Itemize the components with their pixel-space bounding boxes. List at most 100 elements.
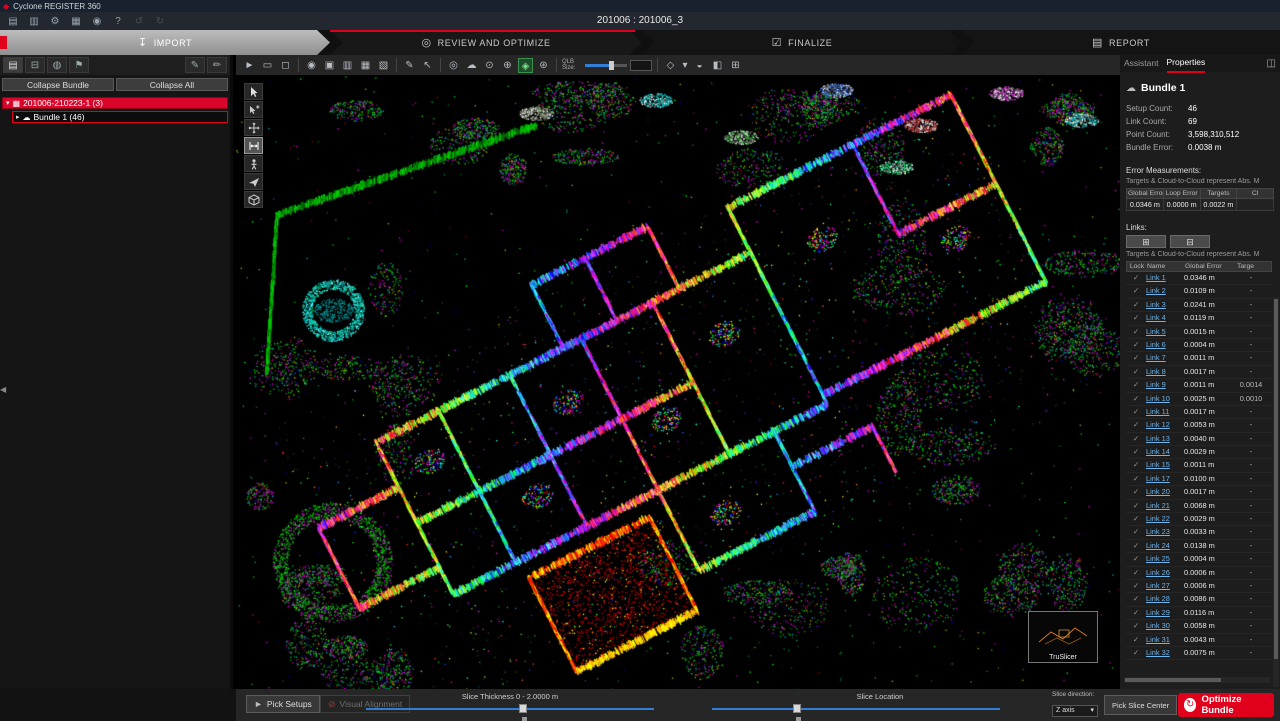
fly-mode-icon[interactable] <box>244 173 263 190</box>
panel-collapse-arrow[interactable]: ◀ <box>0 385 6 394</box>
link-lock-check-icon[interactable]: ✓ <box>1126 406 1146 418</box>
modules-icon[interactable]: ▦ <box>69 16 83 27</box>
link-name[interactable]: Link 24 <box>1146 540 1184 552</box>
link-name[interactable]: Link 20 <box>1146 486 1184 498</box>
link-name[interactable]: Link 17 <box>1146 473 1184 485</box>
link-name[interactable]: Link 25 <box>1146 553 1184 565</box>
tab-properties[interactable]: Properties <box>1167 54 1206 73</box>
link-row[interactable]: ✓ Link 8 0.0017 m - <box>1126 366 1272 379</box>
link-row[interactable]: ✓ Link 20 0.0017 m - <box>1126 486 1272 499</box>
link-row[interactable]: ✓ Link 17 0.0100 m - <box>1126 473 1272 486</box>
visual-registration-icon[interactable]: ◎ <box>446 58 461 73</box>
tab-sites[interactable]: ◍ <box>47 57 67 73</box>
remove-link-button[interactable]: ⊟ <box>1170 235 1210 248</box>
screen-view-icon[interactable]: ▥ <box>340 58 355 73</box>
link-lock-check-icon[interactable]: ✓ <box>1126 473 1146 485</box>
link-name[interactable]: Link 1 <box>1146 272 1184 284</box>
link-row[interactable]: ✓ Link 13 0.0040 m - <box>1126 433 1272 446</box>
workflow-step-finalize[interactable]: ☑ FINALIZE <box>642 30 962 55</box>
link-name[interactable]: Link 32 <box>1146 647 1184 659</box>
ortho-view-icon[interactable]: ◒ <box>692 58 707 73</box>
link-name[interactable]: Link 14 <box>1146 446 1184 458</box>
link-name[interactable]: Link 22 <box>1146 513 1184 525</box>
link-row[interactable]: ✓ Link 4 0.0119 m - <box>1126 312 1272 325</box>
link-row[interactable]: ✓ Link 9 0.0011 m 0.0014 <box>1126 379 1272 392</box>
link-row[interactable]: ✓ Link 5 0.0015 m - <box>1126 326 1272 339</box>
link-row[interactable]: ✓ Link 23 0.0033 m - <box>1126 526 1272 539</box>
link-name[interactable]: Link 7 <box>1146 352 1184 364</box>
redo-icon[interactable]: ↻ <box>153 16 167 27</box>
link-row[interactable]: ✓ Link 2 0.0109 m - <box>1126 285 1272 298</box>
link-lock-check-icon[interactable]: ✓ <box>1126 634 1146 646</box>
link-name[interactable]: Link 10 <box>1146 393 1184 405</box>
link-row[interactable]: ✓ Link 30 0.0058 m - <box>1126 620 1272 633</box>
link-name[interactable]: Link 26 <box>1146 567 1184 579</box>
link-name[interactable]: Link 29 <box>1146 607 1184 619</box>
pano-view-icon[interactable]: ▧ <box>376 58 391 73</box>
link-row[interactable]: ✓ Link 28 0.0086 m - <box>1126 593 1272 606</box>
open-project-icon[interactable]: ▤ <box>6 16 20 27</box>
auto-target-icon[interactable]: ⊛ <box>536 58 551 73</box>
workflow-step-review-and-optimize[interactable]: ◎ REVIEW AND OPTIMIZE <box>330 30 642 55</box>
select-arrow-icon[interactable] <box>244 83 263 100</box>
link-name[interactable]: Link 12 <box>1146 419 1184 431</box>
link-row[interactable]: ✓ Link 32 0.0075 m - <box>1126 647 1272 660</box>
link-lock-check-icon[interactable]: ✓ <box>1126 593 1146 605</box>
slice-location-handle[interactable] <box>793 704 801 713</box>
collapse-bundle-button[interactable]: Collapse Bundle <box>2 78 114 91</box>
link-lock-check-icon[interactable]: ✓ <box>1126 285 1146 297</box>
view-cube-icon[interactable]: ◇ <box>663 58 678 73</box>
info-icon[interactable]: ◉ <box>90 16 104 27</box>
link-name[interactable]: Link 4 <box>1146 312 1184 324</box>
pick-slice-center-button[interactable]: Pick Slice Center <box>1104 695 1177 715</box>
link-lock-check-icon[interactable]: ✓ <box>1126 366 1146 378</box>
split-view-icon[interactable]: ◧ <box>710 58 725 73</box>
link-lock-check-icon[interactable]: ✓ <box>1126 419 1146 431</box>
quad-view-icon[interactable]: ⊞ <box>728 58 743 73</box>
link-name[interactable]: Link 8 <box>1146 366 1184 378</box>
caret-down-icon[interactable]: ▾ <box>6 99 10 107</box>
link-row[interactable]: ✓ Link 22 0.0029 m - <box>1126 513 1272 526</box>
qlb-size-value[interactable] <box>630 60 652 71</box>
undo-icon[interactable]: ↺ <box>132 16 146 27</box>
link-row[interactable]: ✓ Link 26 0.0006 m - <box>1126 567 1272 580</box>
orbit-cube-icon[interactable] <box>244 191 263 208</box>
link-row[interactable]: ✓ Link 11 0.0017 m - <box>1126 406 1272 419</box>
link-lock-check-icon[interactable]: ✓ <box>1126 607 1146 619</box>
link-name[interactable]: Link 23 <box>1146 526 1184 538</box>
panel-layout-icon[interactable]: ◫ <box>1267 58 1276 69</box>
workflow-step-import[interactable]: ↧ IMPORT <box>0 30 330 55</box>
slice-thickness-slider[interactable] <box>366 708 654 710</box>
link-row[interactable]: ✓ Link 10 0.0025 m 0.0010 <box>1126 393 1272 406</box>
point-cloud-canvas[interactable] <box>236 75 1120 689</box>
link-name[interactable]: Link 30 <box>1146 620 1184 632</box>
seek-measure-icon[interactable] <box>244 137 263 154</box>
link-lock-check-icon[interactable]: ✓ <box>1126 312 1146 324</box>
link-row[interactable]: ✓ Link 24 0.0138 m - <box>1126 540 1272 553</box>
link-row[interactable]: ✓ Link 29 0.0116 m - <box>1126 607 1272 620</box>
link-lock-check-icon[interactable]: ✓ <box>1126 339 1146 351</box>
edit-tool-icon[interactable]: ✎ <box>185 57 205 73</box>
collapse-all-button[interactable]: Collapse All <box>116 78 228 91</box>
link-name[interactable]: Link 5 <box>1146 326 1184 338</box>
link-name[interactable]: Link 3 <box>1146 299 1184 311</box>
tree-item-project[interactable]: ▾ ▦ 201006-210223-1 (3) <box>2 97 228 109</box>
truslicer-minimap[interactable]: TruSlicer <box>1028 611 1098 663</box>
link-name[interactable]: Link 21 <box>1146 500 1184 512</box>
link-lock-check-icon[interactable]: ✓ <box>1126 299 1146 311</box>
qlb-size-slider[interactable] <box>585 64 627 67</box>
tree-item-bundle[interactable]: ▸ ☁ Bundle 1 (46) <box>12 111 228 123</box>
link-lock-check-icon[interactable]: ✓ <box>1126 540 1146 552</box>
link-row[interactable]: ✓ Link 14 0.0029 m - <box>1126 446 1272 459</box>
settings-icon[interactable]: ⚙ <box>48 16 62 27</box>
link-row[interactable]: ✓ Link 1 0.0346 m - <box>1126 272 1272 285</box>
link-lock-check-icon[interactable]: ✓ <box>1126 526 1146 538</box>
link-lock-check-icon[interactable]: ✓ <box>1126 393 1146 405</box>
link-row[interactable]: ✓ Link 25 0.0004 m - <box>1126 553 1272 566</box>
link-row[interactable]: ✓ Link 31 0.0043 m - <box>1126 634 1272 647</box>
link-lock-check-icon[interactable]: ✓ <box>1126 272 1146 284</box>
annotate-tool-icon[interactable]: ✏ <box>207 57 227 73</box>
tab-flags[interactable]: ⚑ <box>69 57 89 73</box>
select-add-icon[interactable] <box>244 101 263 118</box>
link-row[interactable]: ✓ Link 27 0.0006 m - <box>1126 580 1272 593</box>
